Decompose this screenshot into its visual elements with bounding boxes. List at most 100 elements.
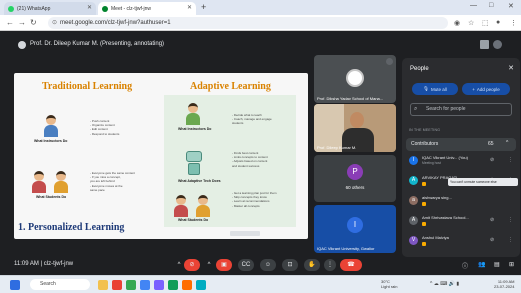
system-tray-icons[interactable]: ^ ☁ ⌨ 🔊 ▮ xyxy=(430,281,459,287)
people-panel: People ✕ 🎙 Mute all + Add people ⌕ Searc… xyxy=(402,58,520,257)
close-icon[interactable]: ✕ xyxy=(508,64,514,72)
activities-icon[interactable]: ⊞ xyxy=(509,261,514,268)
list-item[interactable]: A Amit Shrivastava School... ⊘ ⋮ xyxy=(406,214,516,229)
meeting-controls: 11:09 AM | clz-tjwf-jnw ^ ⊘ ^ ▣ CC ☺ ⊡ ✋… xyxy=(0,257,521,275)
back-icon[interactable]: ← xyxy=(6,18,14,27)
more-options-button[interactable]: ⋮ xyxy=(324,259,336,271)
participant-name: IQAC Vikrant Univ... (You) xyxy=(422,155,468,160)
chevron-up-icon[interactable]: ^ xyxy=(174,259,184,271)
presenter-avatar xyxy=(18,41,26,49)
app-icon[interactable] xyxy=(168,280,178,290)
participant-name: Amit Shrivastava School... xyxy=(422,215,469,220)
mic-off-icon: 🎙 xyxy=(423,86,429,91)
traditional-learning-title: Traditional Learning xyxy=(42,81,133,92)
contributors-count: 65 xyxy=(488,141,494,147)
participant-name: Anshul Malviya xyxy=(422,235,449,240)
contributors-group[interactable]: Contributors 65 ^ xyxy=(406,138,516,151)
maximize-icon[interactable]: □ xyxy=(489,2,493,9)
menu-icon[interactable]: ⋮ xyxy=(510,19,517,27)
participant-tile-camera[interactable]: Prof. Dileep Kumar M. xyxy=(314,104,396,152)
more-icon[interactable]: ⋮ xyxy=(508,217,513,223)
people-icon[interactable]: 👥 xyxy=(478,261,485,268)
tooltip: You can't unmute someone else xyxy=(448,178,518,186)
extensions-icon[interactable]: ⬚ xyxy=(482,19,489,27)
raise-hand-button[interactable]: ✋ xyxy=(304,259,320,271)
app-icon[interactable] xyxy=(154,280,164,290)
lock-icon[interactable]: ⊙ xyxy=(52,19,57,26)
tile-name: IQAC Vikrant University, Gwalior xyxy=(317,246,375,251)
file-explorer-icon[interactable] xyxy=(98,280,108,290)
search-input[interactable]: Search for people xyxy=(410,103,512,116)
adapt-instructors-points: - Decide what to teach - Coach, manage a… xyxy=(232,113,272,126)
close-icon[interactable]: ✕ xyxy=(87,4,92,11)
instructor-figure xyxy=(42,115,60,137)
student-figure xyxy=(52,171,70,193)
start-icon[interactable] xyxy=(10,280,20,290)
reload-icon[interactable]: ↻ xyxy=(30,18,37,27)
clock[interactable]: 11:09 AM 23-07-2024 xyxy=(494,279,514,289)
taskbar: ⌕ Search 30°C Light rain ^ ☁ ⌨ 🔊 ▮ 11:09… xyxy=(0,275,521,293)
mute-all-button[interactable]: 🎙 Mute all xyxy=(412,83,458,95)
badge-icon xyxy=(422,242,426,246)
camera-toggle-button[interactable]: ▣ xyxy=(216,259,232,271)
adapt-students-points: - Get a learning plan just for them - Sk… xyxy=(232,191,277,208)
chrome-icon[interactable] xyxy=(126,280,136,290)
avatar: I xyxy=(409,156,418,165)
mic-off-icon[interactable]: ⊘ xyxy=(490,157,494,163)
captions-button[interactable]: CC xyxy=(238,259,254,271)
camera-permission-icon[interactable]: ◉ xyxy=(454,19,460,27)
info-icon[interactable]: ⓘ xyxy=(462,261,468,270)
adapt-tech-label: What Adaptive Tech Does xyxy=(178,179,221,183)
list-item[interactable]: a aishwarya sing... xyxy=(406,194,516,209)
speaker-face xyxy=(350,112,364,128)
participant-name: aishwarya sing... xyxy=(422,195,452,200)
badge-icon xyxy=(422,222,426,226)
others-count: 60 others xyxy=(345,185,365,190)
close-window-icon[interactable]: ✕ xyxy=(508,2,514,10)
avatar: P xyxy=(347,164,363,180)
tab-meet[interactable]: Meet - clz-tjwf-jnw ✕ xyxy=(98,2,196,15)
tab-whatsapp[interactable]: (21) WhatsApp ✕ xyxy=(4,2,96,15)
end-call-button[interactable]: ☎ xyxy=(340,259,362,271)
participant-tile-others[interactable]: P 60 others xyxy=(314,155,396,202)
mic-off-icon[interactable]: ⊘ xyxy=(490,237,494,243)
layout-icon[interactable] xyxy=(480,40,489,49)
shared-slide: Traditional Learning Adaptive Learning W… xyxy=(14,73,308,239)
avatar: V xyxy=(409,236,418,245)
reactions-button[interactable]: ☺ xyxy=(260,259,276,271)
participant-tile-self[interactable]: I IQAC Vikrant University, Gwalior xyxy=(314,205,396,253)
tile-name: Prof. Diksha Yadav School of Mana... xyxy=(317,96,384,101)
bookmark-icon[interactable]: ☆ xyxy=(468,19,474,27)
adapt-instructors-label: What Instructors Do xyxy=(178,127,212,131)
app-icon[interactable] xyxy=(182,280,192,290)
avatar: A xyxy=(409,216,418,225)
new-tab-icon[interactable]: + xyxy=(201,2,206,12)
mic-off-icon[interactable]: ⊘ xyxy=(490,217,494,223)
taskbar-search[interactable]: Search xyxy=(30,279,90,290)
student-figure xyxy=(194,195,212,217)
tab-label: (21) WhatsApp xyxy=(17,5,51,12)
chat-icon[interactable]: ▤ xyxy=(494,261,500,268)
list-item[interactable]: V Anshul Malviya ⊘ ⋮ xyxy=(406,234,516,249)
app-icon[interactable] xyxy=(196,280,206,290)
add-people-button[interactable]: + Add people xyxy=(462,83,510,95)
contributors-label: Contributors xyxy=(411,141,439,147)
minimize-icon[interactable]: — xyxy=(470,2,477,9)
forward-icon[interactable]: → xyxy=(18,18,26,27)
more-options-icon[interactable] xyxy=(493,40,502,49)
more-icon[interactable]: ⋮ xyxy=(508,237,513,243)
close-icon[interactable]: ✕ xyxy=(187,4,192,11)
more-icon[interactable]: ⋮ xyxy=(508,157,513,163)
app-icon[interactable] xyxy=(140,280,150,290)
app-icon[interactable] xyxy=(112,280,122,290)
avatar: a xyxy=(409,196,418,205)
present-button[interactable]: ⊡ xyxy=(282,259,298,271)
participant-tile-school[interactable]: Prof. Diksha Yadav School of Mana... xyxy=(314,55,396,103)
weather-widget[interactable]: 30°C Light rain xyxy=(381,279,397,289)
list-item[interactable]: I IQAC Vikrant Univ... (You) Meeting hos… xyxy=(406,154,516,169)
meeting-time-code: 11:09 AM | clz-tjwf-jnw xyxy=(14,261,74,267)
profile-icon[interactable]: ● xyxy=(496,19,500,26)
mic-toggle-button[interactable]: ⊘ xyxy=(184,259,200,271)
url-field[interactable]: meet.google.com/clz-tjwf-jnw?authuser=1 xyxy=(48,17,448,29)
chevron-up-icon[interactable]: ^ xyxy=(204,259,214,271)
